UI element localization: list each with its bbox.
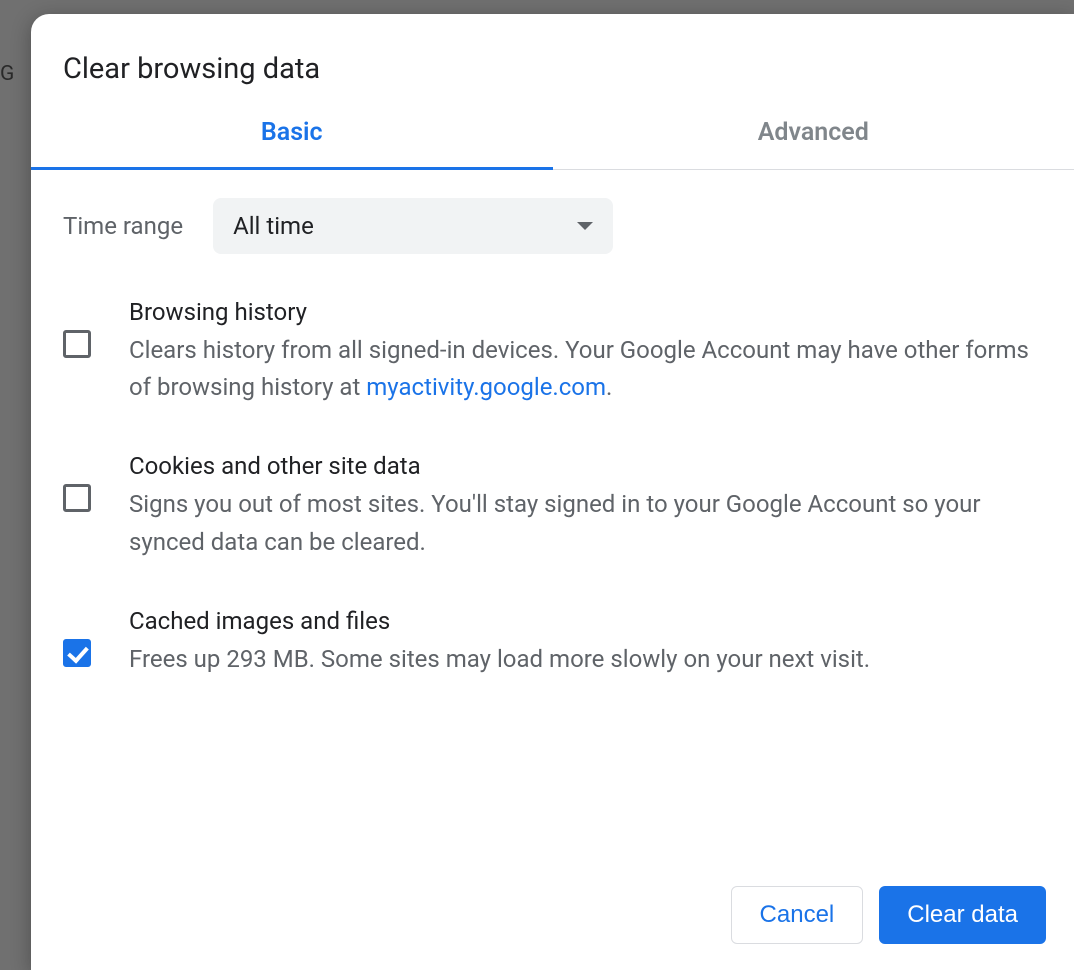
option-cookies: Cookies and other site data Signs you ou… <box>63 452 1042 560</box>
option-desc: Signs you out of most sites. You'll stay… <box>129 486 1042 560</box>
dialog-title: Clear browsing data <box>31 14 1074 86</box>
myactivity-link[interactable]: myactivity.google.com <box>366 373 606 401</box>
option-title: Cookies and other site data <box>129 452 1042 480</box>
option-desc: Clears history from all signed-in device… <box>129 332 1042 406</box>
option-title: Cached images and files <box>129 607 1042 635</box>
clear-data-button[interactable]: Clear data <box>879 886 1046 944</box>
clear-browsing-data-dialog: Clear browsing data Basic Advanced Time … <box>31 14 1074 970</box>
checkbox-browsing-history[interactable] <box>63 330 91 358</box>
desc-suffix: . <box>606 373 612 401</box>
option-text: Cached images and files Frees up 293 MB.… <box>129 607 1042 678</box>
time-range-select[interactable]: All time <box>213 198 613 254</box>
chevron-down-icon <box>577 222 593 230</box>
option-desc: Frees up 293 MB. Some sites may load mor… <box>129 641 1042 678</box>
tab-advanced[interactable]: Advanced <box>553 118 1074 169</box>
backdrop-text: G <box>0 62 14 86</box>
tab-basic[interactable]: Basic <box>31 118 553 169</box>
checkbox-cache[interactable] <box>63 639 91 667</box>
tabs: Basic Advanced <box>31 118 1074 170</box>
option-browsing-history: Browsing history Clears history from all… <box>63 298 1042 406</box>
cancel-button[interactable]: Cancel <box>731 886 864 944</box>
dialog-body: Time range All time Browsing history Cle… <box>31 170 1074 886</box>
time-range-row: Time range All time <box>63 198 1042 254</box>
option-text: Cookies and other site data Signs you ou… <box>129 452 1042 560</box>
option-title: Browsing history <box>129 298 1042 326</box>
time-range-label: Time range <box>63 212 183 240</box>
time-range-value: All time <box>233 212 314 240</box>
checkbox-cookies[interactable] <box>63 484 91 512</box>
option-text: Browsing history Clears history from all… <box>129 298 1042 406</box>
dialog-footer: Cancel Clear data <box>31 886 1074 970</box>
option-cache: Cached images and files Frees up 293 MB.… <box>63 607 1042 678</box>
